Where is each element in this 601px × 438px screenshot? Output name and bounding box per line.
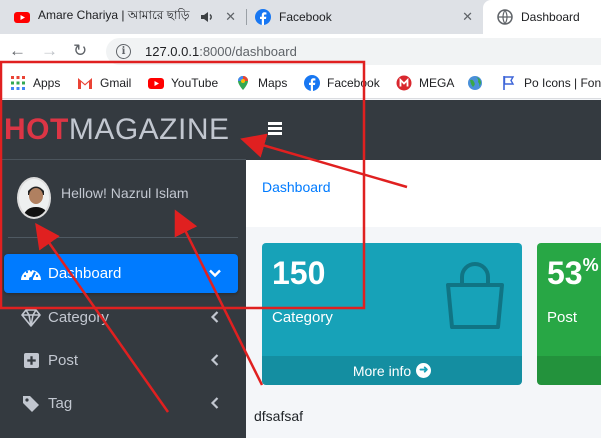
tab-title: Facebook xyxy=(279,10,332,24)
sidebar: Hellow! Nazrul Islam Dashboard Category … xyxy=(0,160,246,438)
sidebar-item-label: Tag xyxy=(48,395,73,412)
bookmark-label: MEGA xyxy=(419,76,455,90)
chevron-left-icon xyxy=(210,397,219,409)
stat-box-post: 53% Post xyxy=(537,243,601,385)
more-info-link[interactable]: More info ➜ xyxy=(262,356,522,385)
brand-bar: HOTMAGAZINE xyxy=(0,100,246,160)
main-content: Dashboard 150 Category More info ➜ 53% Po… xyxy=(246,160,601,438)
bookmark-youtube[interactable]: YouTube xyxy=(148,75,218,91)
speaker-icon[interactable] xyxy=(200,11,214,23)
top-navbar xyxy=(246,100,601,160)
stat-value: 150 xyxy=(272,255,326,291)
flag-icon xyxy=(503,76,515,90)
body-text: dfsafsaf xyxy=(254,408,304,424)
brand-logo[interactable]: HOTMAGAZINE xyxy=(4,113,230,147)
gem-icon xyxy=(20,308,42,327)
user-greeting[interactable]: Hellow! Nazrul Islam xyxy=(61,185,189,201)
chevron-left-icon xyxy=(210,354,219,366)
chevron-down-icon xyxy=(209,269,221,278)
more-info-link[interactable] xyxy=(537,356,601,385)
address-bar[interactable]: i 127.0.0.1:8000/dashboard xyxy=(106,38,601,65)
bookmark-facebook[interactable]: Facebook xyxy=(304,75,380,91)
bookmark-mega[interactable]: MEGA xyxy=(396,75,454,91)
bookmark-label: Facebook xyxy=(327,76,380,90)
sidebar-item-dashboard[interactable]: Dashboard xyxy=(4,254,238,293)
tab-title: Dashboard xyxy=(521,10,580,24)
shopping-bag-icon xyxy=(446,262,504,329)
bookmark-label: Po Icons | Font xyxy=(524,76,601,90)
tab-dashboard[interactable]: Dashboard xyxy=(483,0,601,34)
arrow-circle-right-icon: ➜ xyxy=(416,363,432,378)
sidebar-item-post[interactable]: Post xyxy=(4,341,238,380)
bookmark-maps[interactable]: Maps xyxy=(235,75,287,91)
hamburger-menu-icon[interactable] xyxy=(268,122,282,135)
bookmark-po-icons[interactable]: Po Icons | Font xyxy=(501,75,601,91)
facebook-icon xyxy=(255,9,271,25)
bookmark-label: Gmail xyxy=(100,76,132,90)
youtube-icon xyxy=(148,78,164,89)
content-header: Dashboard xyxy=(246,160,601,227)
stat-value: 53% xyxy=(547,255,599,291)
divider xyxy=(8,237,238,238)
stat-box-category: 150 Category More info ➜ xyxy=(262,243,522,385)
browser-toolbar: ← → ↻ i 127.0.0.1:8000/dashboard xyxy=(0,34,601,68)
stat-label: Category xyxy=(272,309,333,326)
avatar[interactable] xyxy=(17,177,51,219)
globe-icon xyxy=(468,76,482,90)
sidebar-item-label: Dashboard xyxy=(48,265,122,282)
close-tab-icon[interactable]: ✕ xyxy=(225,9,236,25)
user-photo xyxy=(19,179,49,217)
breadcrumb[interactable]: Dashboard xyxy=(262,179,331,195)
close-tab-icon[interactable]: ✕ xyxy=(462,9,473,25)
sidebar-item-tag[interactable]: Tag xyxy=(4,384,238,423)
reload-icon[interactable]: ↻ xyxy=(73,41,87,61)
sidebar-item-label: Post xyxy=(48,352,79,369)
bookmark-label: YouTube xyxy=(171,76,219,90)
bookmarks-bar: Apps Gmail YouTube Maps Facebook MEGA Po… xyxy=(0,68,601,99)
sidebar-item-category[interactable]: Category xyxy=(4,298,238,337)
forward-arrow-icon[interactable]: → xyxy=(41,41,58,61)
tab-title: Amare Chariya | আমারে ছাড়ি xyxy=(38,8,190,22)
maps-icon xyxy=(238,76,248,90)
plus-square-icon xyxy=(20,352,42,370)
mega-icon xyxy=(396,75,412,91)
address-url: 127.0.0.1:8000/dashboard xyxy=(145,44,297,59)
user-panel: Hellow! Nazrul Islam xyxy=(0,160,246,238)
bookmark-label: Apps xyxy=(33,76,61,90)
browser-tab-strip: Amare Chariya | আমারে ছাড়ি ✕ Facebook ✕… xyxy=(0,0,601,34)
youtube-icon xyxy=(14,12,30,23)
bookmark-apps[interactable]: Apps xyxy=(10,75,60,91)
chevron-left-icon xyxy=(210,311,219,323)
bookmark-globe[interactable] xyxy=(467,75,490,91)
bookmark-label: Maps xyxy=(258,76,288,90)
info-icon[interactable]: i xyxy=(116,44,131,59)
back-arrow-icon[interactable]: ← xyxy=(9,41,26,61)
bookmark-gmail[interactable]: Gmail xyxy=(77,75,131,91)
globe-icon xyxy=(497,9,513,25)
facebook-icon xyxy=(304,75,320,91)
gmail-icon xyxy=(78,78,92,89)
sidebar-item-label: Category xyxy=(48,309,109,326)
tag-icon xyxy=(20,395,42,413)
stat-label: Post xyxy=(547,309,578,326)
tachometer-icon xyxy=(20,265,42,283)
tab-youtube-song[interactable]: Amare Chariya | আমারে ছাড়ি ✕ xyxy=(0,0,246,34)
tab-facebook[interactable]: Facebook ✕ xyxy=(241,0,483,34)
apps-grid-icon xyxy=(11,76,25,90)
